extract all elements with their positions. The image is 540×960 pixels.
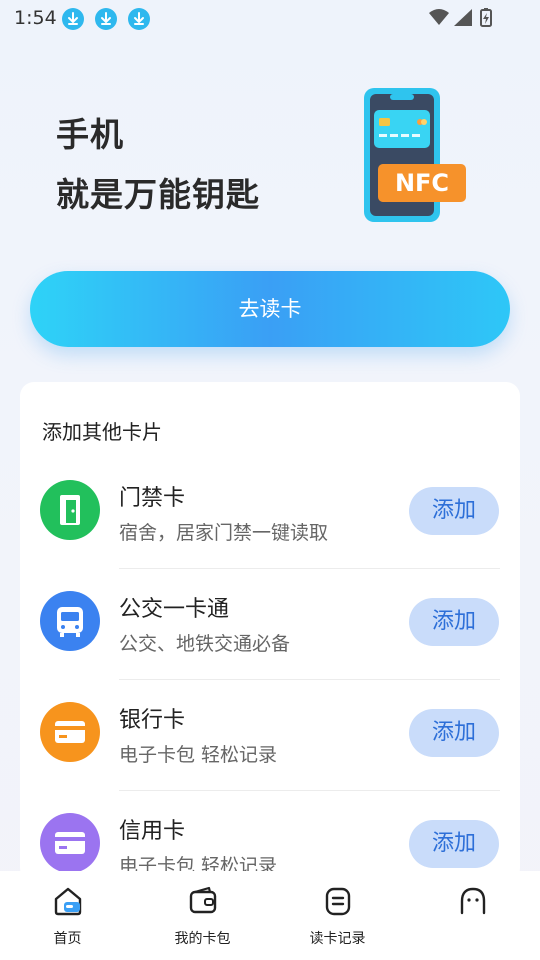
- download-icon: [128, 8, 150, 30]
- add-button-access-card[interactable]: 添加: [409, 487, 499, 535]
- tab-label-wallet: 我的卡包: [174, 931, 231, 947]
- download-icon: [62, 8, 84, 30]
- record-icon: [325, 887, 350, 916]
- card-row-credit: 信用卡 电子卡包 轻松记录 添加: [20, 791, 520, 882]
- download-icon: [95, 8, 117, 30]
- nfc-label: NFC: [395, 169, 449, 197]
- card-desc: 宿舍，居家门禁一键读取: [119, 522, 329, 544]
- add-button-bank-card[interactable]: 添加: [409, 709, 499, 757]
- tab-chat[interactable]: [405, 871, 540, 960]
- add-cards-title: 添加其他卡片: [42, 420, 162, 444]
- wifi-icon: [429, 9, 449, 25]
- battery-charging-icon: [480, 8, 492, 27]
- door-icon: [40, 480, 100, 540]
- read-card-button[interactable]: 去读卡: [30, 271, 510, 347]
- add-button-credit-card[interactable]: 添加: [409, 820, 499, 868]
- wallet-icon: [189, 886, 216, 914]
- card-desc: 电子卡包 轻松记录: [119, 744, 278, 766]
- bank-card-icon: [40, 702, 100, 762]
- card-desc: 公交、地铁交通必备: [119, 633, 291, 655]
- tab-wallet[interactable]: 我的卡包: [135, 871, 270, 960]
- bottom-tab-bar: 首页 我的卡包 读卡记录: [0, 871, 540, 960]
- card-name: 信用卡: [119, 819, 186, 844]
- nfc-phone-illustration: NFC: [364, 88, 466, 222]
- credit-card-icon: [40, 813, 100, 873]
- status-bar: 1:54: [0, 0, 540, 36]
- hero-title-line2: 就是万能钥匙: [56, 175, 260, 214]
- add-button-transit-card[interactable]: 添加: [409, 598, 499, 646]
- tab-home[interactable]: 首页: [0, 871, 135, 960]
- tab-label-home: 首页: [53, 931, 82, 947]
- card-row-bank: 银行卡 电子卡包 轻松记录 添加: [20, 680, 520, 791]
- hero-title-line1: 手机: [56, 115, 124, 154]
- tab-records[interactable]: 读卡记录: [270, 871, 405, 960]
- home-icon: [54, 887, 81, 916]
- status-time: 1:54: [14, 7, 57, 29]
- card-name: 门禁卡: [119, 486, 186, 511]
- tab-label-records: 读卡记录: [309, 931, 366, 947]
- card-row-transit: 公交一卡通 公交、地铁交通必备 添加: [20, 569, 520, 680]
- bus-icon: [40, 591, 100, 651]
- system-status-icons: [429, 8, 492, 27]
- card-name: 银行卡: [119, 708, 186, 733]
- card-name: 公交一卡通: [119, 597, 230, 622]
- card-row-access: 门禁卡 宿舍，居家门禁一键读取 添加: [20, 458, 520, 569]
- add-cards-panel: 添加其他卡片 门禁卡 宿舍，居家门禁一键读取 添加 公交一卡通 公交、地铁交通必…: [20, 382, 520, 882]
- chat-icon: [460, 887, 485, 915]
- signal-icon: [454, 9, 472, 26]
